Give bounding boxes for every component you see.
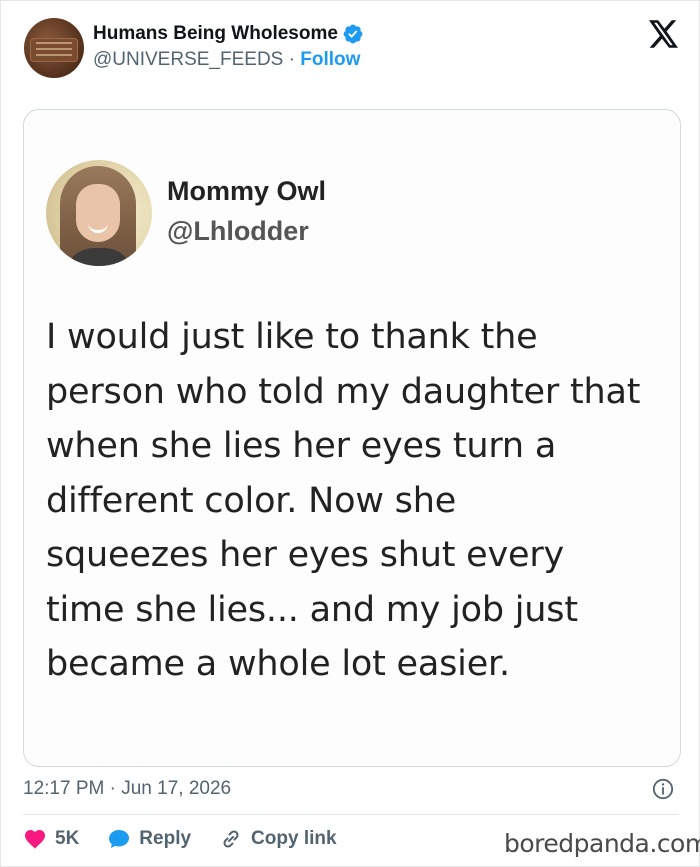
action-bar: 5K Reply Copy link [23,827,365,851]
account-name[interactable]: Humans Being Wholesome [93,23,338,45]
account-handle[interactable]: @UNIVERSE_FEEDS [93,49,283,70]
tweet-card: Humans Being Wholesome @UNIVERSE_FEEDS ·… [0,0,700,867]
reply-bubble-icon [109,830,130,848]
copy-link-label: Copy link [251,828,337,849]
embedded-author-avatar [46,160,152,266]
embedded-tweet-text: I would just like to thank the person wh… [46,317,641,684]
reply-button[interactable]: Reply [107,827,191,851]
watermark: boredpanda.com [504,829,700,858]
account-name-row[interactable]: Humans Being Wholesome [93,23,364,45]
x-logo-icon[interactable] [649,20,679,48]
like-count: 5K [55,828,80,849]
tweet-timestamp[interactable]: 12:17 PM · Jun 17, 2026 [23,778,231,800]
embedded-author-name: Mommy Owl [167,176,327,206]
account-subline: @UNIVERSE_FEEDS · Follow [93,49,360,71]
embedded-author-handle: @Lhlodder [167,216,309,246]
footer-divider [23,814,679,815]
heart-icon [25,830,45,849]
verified-badge-icon [343,24,363,44]
like-button[interactable]: 5K [23,827,79,851]
link-icon [223,830,239,848]
embedded-tweet-image[interactable]: Mommy Owl @Lhlodder I would just like to… [23,109,681,767]
avatar-plaque [30,38,78,62]
info-icon[interactable] [652,778,674,800]
account-avatar[interactable] [24,18,84,78]
reply-label: Reply [139,828,192,849]
copy-link-button[interactable]: Copy link [219,827,337,851]
follow-button[interactable]: Follow [300,49,360,70]
separator-dot: · [288,49,295,70]
